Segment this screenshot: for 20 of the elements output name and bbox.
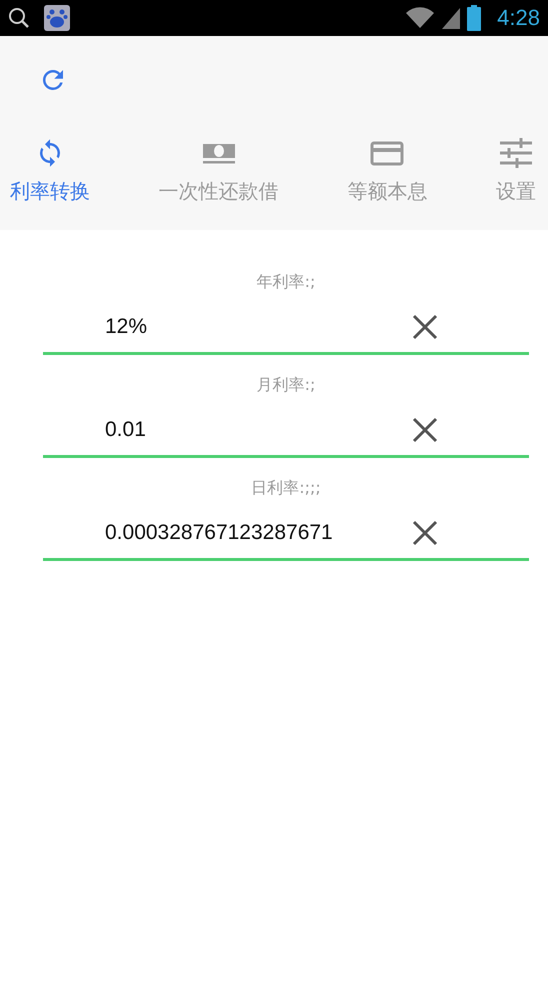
close-icon[interactable] (412, 314, 438, 340)
battery-icon (467, 5, 482, 31)
field-label: 日利率:;;; (251, 478, 321, 499)
tab[interactable]: 一次性还款借 (154, 138, 283, 205)
wifi-icon (405, 6, 436, 30)
signal-icon (441, 6, 462, 30)
tab[interactable]: 利率转换 (6, 138, 94, 205)
input-field[interactable]: 0.01 (43, 404, 529, 458)
clock-time: 4:28 (497, 5, 540, 31)
close-icon[interactable] (412, 520, 438, 546)
input-field[interactable]: 0.000328767123287671 (43, 507, 529, 561)
close-icon[interactable] (412, 417, 438, 443)
tab[interactable]: 等额本息 (343, 138, 432, 205)
sliders-icon (498, 138, 533, 168)
tab[interactable]: 设置 (492, 138, 540, 205)
paw-icon (44, 5, 70, 31)
field-label: 年利率:; (256, 272, 316, 293)
input-field[interactable]: 12% (43, 301, 529, 355)
search-icon (8, 7, 30, 29)
field-label: 月利率:; (256, 375, 316, 396)
